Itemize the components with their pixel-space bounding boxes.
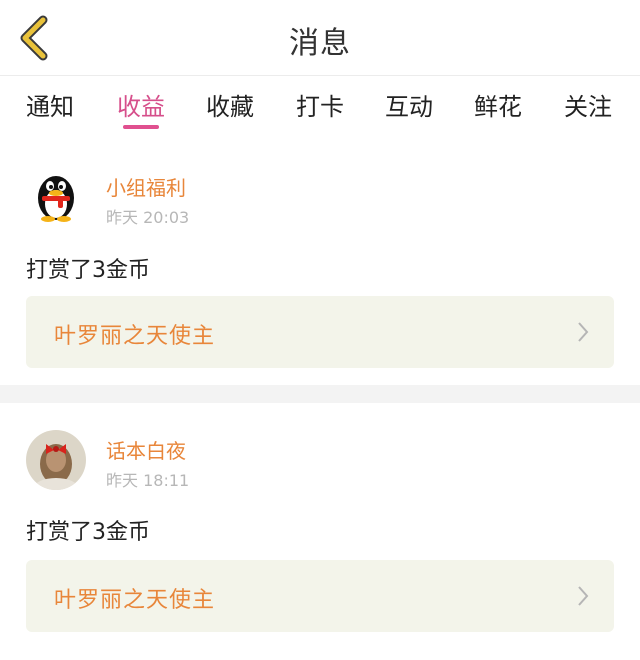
penguin-avatar[interactable] [26,164,86,224]
message-time: 昨天 20:03 [106,208,190,227]
tab-earnings[interactable]: 收益 [117,87,165,122]
tab-bar: 通知 收益 收藏 打卡 互动 鲜花 关注 [0,77,640,141]
story-link-card[interactable]: 叶罗丽之天使主 [26,296,614,368]
story-title: 叶罗丽之天使主 [54,324,216,349]
user-photo-icon [26,430,86,490]
sender-name[interactable]: 小组福利 [106,172,186,201]
message-card: 小组福利 昨天 20:03 打赏了3金币 叶罗丽之天使主 [0,142,640,385]
tab-checkin[interactable]: 打卡 [296,87,344,122]
tab-notifications[interactable]: 通知 [26,87,74,122]
tab-interaction[interactable]: 互动 [385,87,433,122]
tab-flowers[interactable]: 鲜花 [474,87,522,122]
section-divider [0,385,640,403]
message-text: 打赏了3金币 [26,520,150,545]
story-title: 叶罗丽之天使主 [54,588,216,613]
message-card: 话本白夜 昨天 18:11 打赏了3金币 叶罗丽之天使主 [0,403,640,660]
chevron-right-icon [578,322,589,342]
tab-favorites[interactable]: 收藏 [206,87,254,122]
message-text: 打赏了3金币 [26,258,150,283]
sender-name[interactable]: 话本白夜 [106,435,186,464]
tab-following[interactable]: 关注 [564,87,612,122]
chevron-right-icon [578,586,589,606]
photo-avatar[interactable] [26,430,86,490]
page-title: 消息 [289,26,351,61]
header-bar: 消息 [0,0,640,76]
active-tab-indicator [123,125,159,129]
story-link-card[interactable]: 叶罗丽之天使主 [26,560,614,632]
message-time: 昨天 18:11 [106,471,190,490]
penguin-icon [38,176,74,222]
